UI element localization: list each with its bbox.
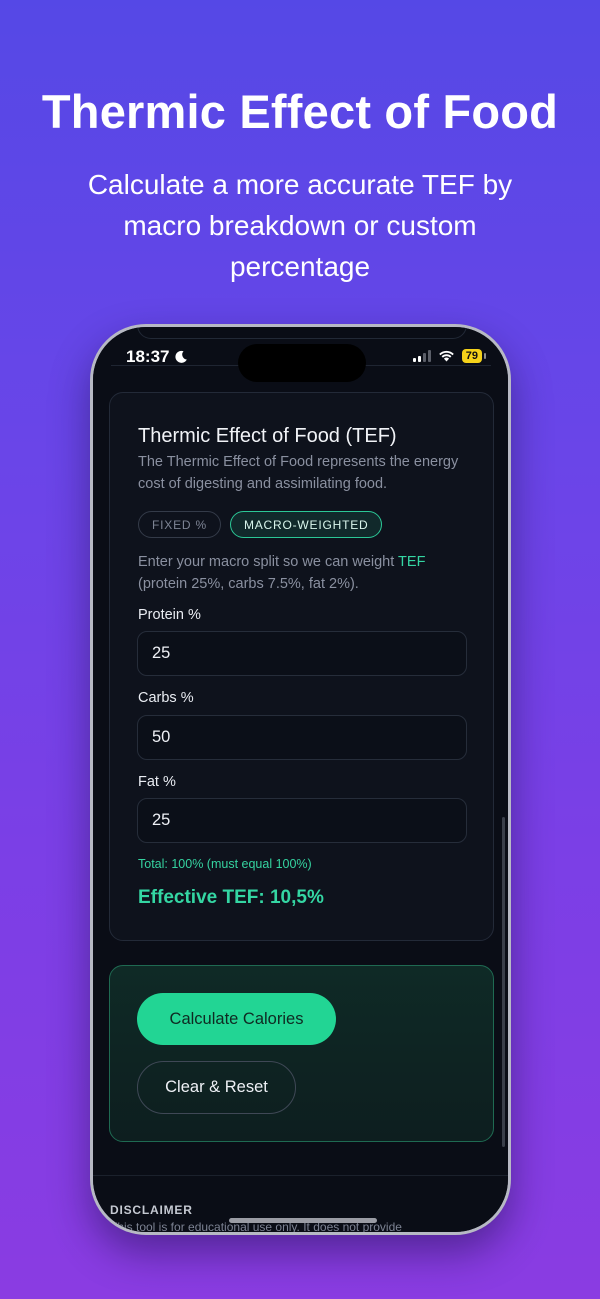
tef-mode-tabs: FIXED % MACRO-WEIGHTED xyxy=(138,511,383,538)
phone-frame: 18:37 79 Thermic Effect of Food (TEF) Th… xyxy=(90,324,511,1235)
status-time: 18:37 xyxy=(126,347,188,367)
tef-card-description: The Thermic Effect of Food represents th… xyxy=(138,454,459,492)
protein-label: Protein % xyxy=(138,607,201,623)
protein-input[interactable]: 25 xyxy=(137,631,467,676)
tef-card: Thermic Effect of Food (TEF) The Thermic… xyxy=(109,392,494,941)
instruction-pre: Enter your macro split so we can weight xyxy=(138,554,399,570)
previous-card-edge xyxy=(137,327,467,339)
status-icons: 79 xyxy=(412,349,487,363)
tab-fixed-percent[interactable]: FIXED % xyxy=(138,511,221,538)
action-card: Calculate Calories Clear & Reset xyxy=(109,965,494,1142)
home-indicator[interactable] xyxy=(229,1218,377,1223)
cellular-signal-icon xyxy=(412,350,431,362)
effective-tef: Effective TEF: 10,5% xyxy=(138,887,324,908)
tef-card-title: Thermic Effect of Food (TEF) xyxy=(138,425,397,447)
instruction-post: (protein 25%, carbs 7.5%, fat 2%). xyxy=(138,576,359,592)
clear-reset-button[interactable]: Clear & Reset xyxy=(137,1061,296,1114)
footer-divider xyxy=(93,1175,508,1176)
dynamic-island xyxy=(238,344,366,382)
macro-total: Total: 100% (must equal 100%) xyxy=(138,857,312,871)
moon-icon xyxy=(175,350,188,363)
disclaimer-heading: DISCLAIMER xyxy=(110,1203,193,1217)
fat-label: Fat % xyxy=(138,774,176,790)
carbs-label: Carbs % xyxy=(138,690,194,706)
scrollbar[interactable] xyxy=(502,817,505,1147)
promo-headline: Thermic Effect of Food xyxy=(41,85,559,138)
status-time-text: 18:37 xyxy=(126,347,170,366)
fat-input[interactable]: 25 xyxy=(137,798,467,843)
battery-icon: 79 xyxy=(461,349,487,363)
wifi-icon xyxy=(438,350,454,362)
tab-macro-weighted[interactable]: MACRO-WEIGHTED xyxy=(229,511,383,538)
app-screen: 18:37 79 Thermic Effect of Food (TEF) Th… xyxy=(93,327,508,1232)
instruction-highlight: TEF xyxy=(398,554,426,570)
calculate-calories-button[interactable]: Calculate Calories xyxy=(137,993,336,1045)
macro-instruction: Enter your macro split so we can weight … xyxy=(138,551,468,595)
promo-subhead: Calculate a more accurate TEF by macro b… xyxy=(87,169,513,282)
carbs-input[interactable]: 50 xyxy=(137,715,467,760)
